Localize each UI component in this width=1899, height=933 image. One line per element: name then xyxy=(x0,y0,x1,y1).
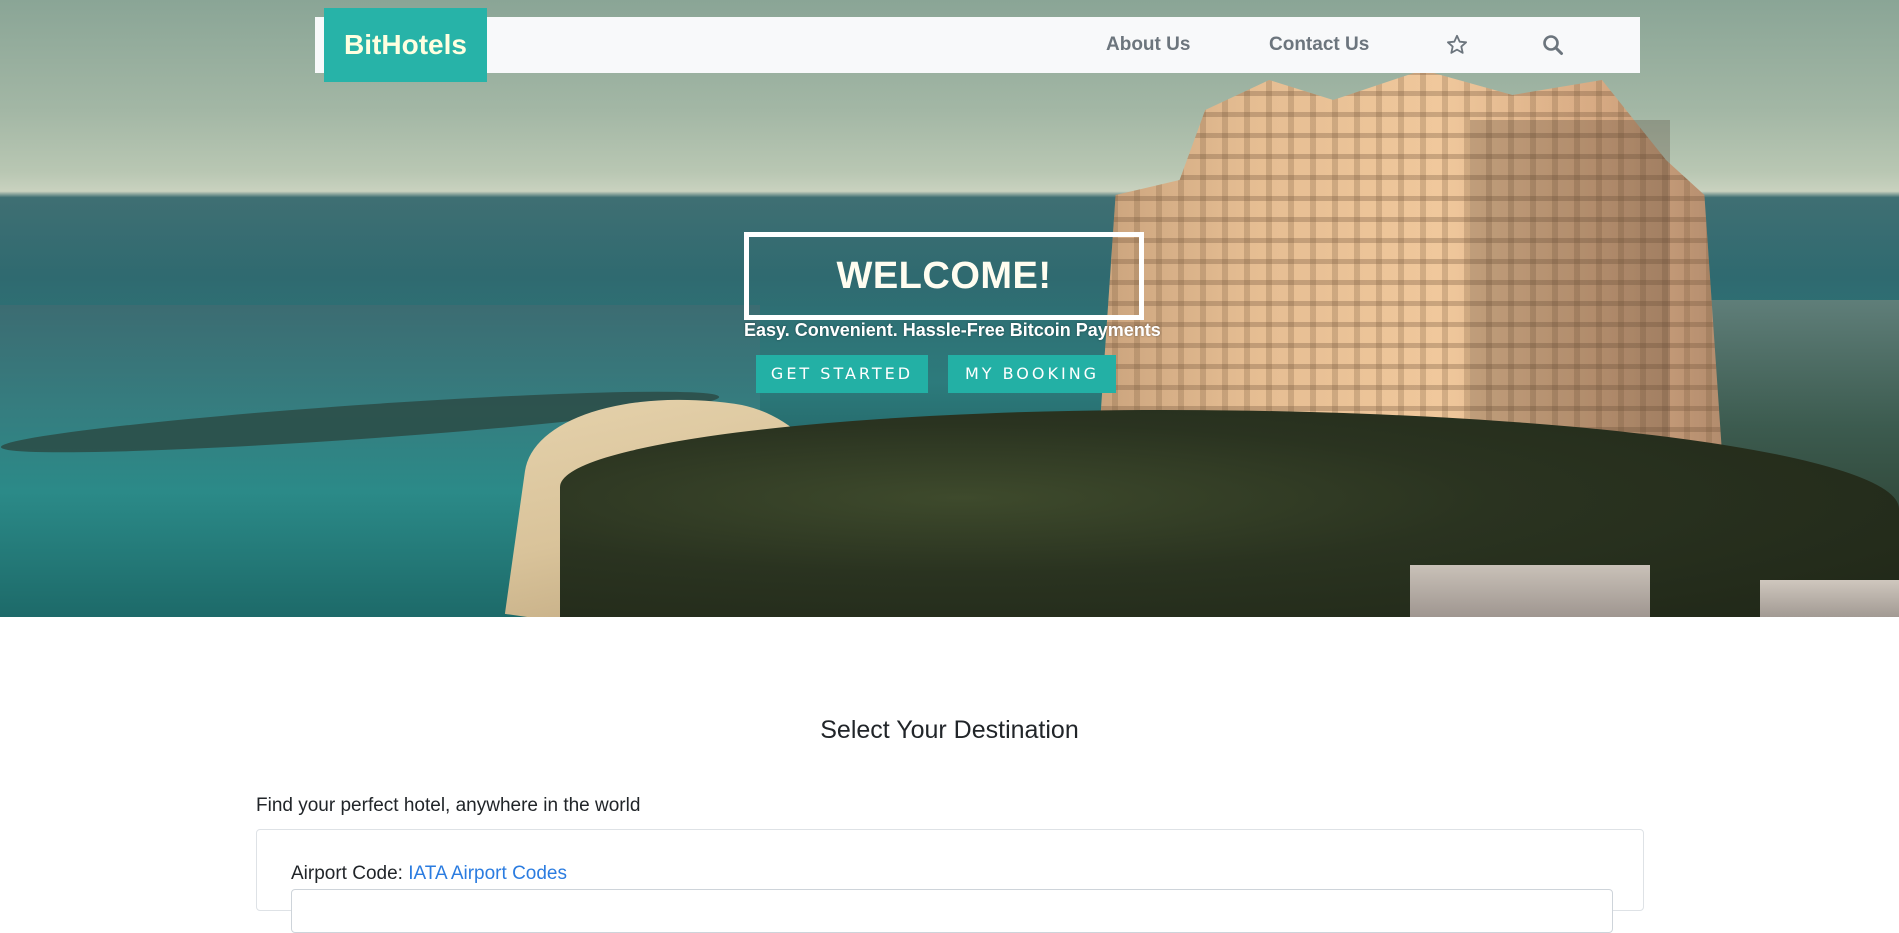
airport-code-input[interactable] xyxy=(291,889,1613,933)
welcome-box: WELCOME! xyxy=(744,232,1144,320)
star-icon[interactable] xyxy=(1444,32,1470,58)
section-title: Select Your Destination xyxy=(820,716,1079,744)
search-icon[interactable] xyxy=(1540,32,1566,58)
hero-low-building xyxy=(1410,565,1650,617)
brand-logo[interactable]: BitHotels xyxy=(324,8,487,82)
nav-about-us[interactable]: About Us xyxy=(1106,17,1190,73)
iata-codes-link[interactable]: IATA Airport Codes xyxy=(408,863,567,884)
hero-tagline: Easy. Convenient. Hassle-Free Bitcoin Pa… xyxy=(744,320,1161,340)
hero-palm-trees xyxy=(560,410,1899,617)
get-started-button[interactable]: GET STARTED xyxy=(756,355,928,393)
my-booking-button[interactable]: MY BOOKING xyxy=(948,355,1116,393)
nav-contact-us[interactable]: Contact Us xyxy=(1269,17,1369,73)
hero-low-building-2 xyxy=(1760,580,1899,617)
airport-code-label: Airport Code: IATA Airport Codes xyxy=(291,863,567,885)
airport-code-label-text: Airport Code: xyxy=(291,863,403,884)
destination-lead-text: Find your perfect hotel, anywhere in the… xyxy=(256,795,641,816)
welcome-heading: WELCOME! xyxy=(836,254,1052,297)
navbar xyxy=(315,17,1640,73)
